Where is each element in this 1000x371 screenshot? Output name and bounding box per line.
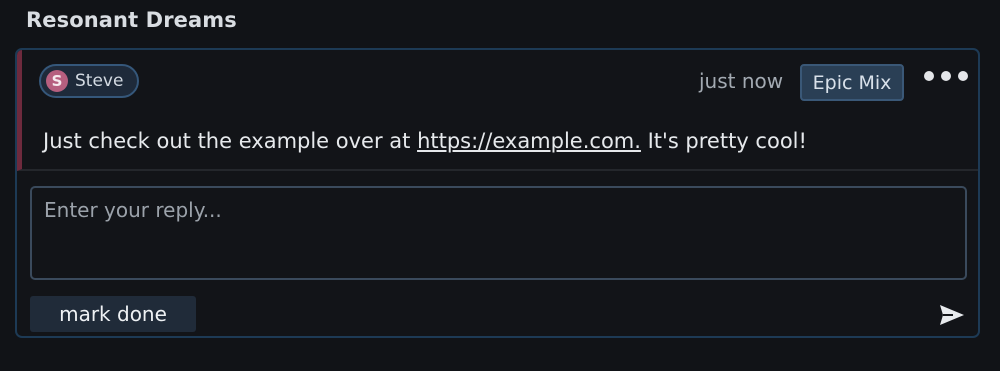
comment-body: Just check out the example over at https… <box>43 129 807 153</box>
more-horizontal-icon-dot <box>941 71 951 81</box>
send-button[interactable] <box>937 300 967 330</box>
more-options-button[interactable] <box>924 66 968 86</box>
more-horizontal-icon-dot <box>958 71 968 81</box>
comment-timestamp: just now <box>699 69 784 93</box>
author-avatar: S <box>46 70 68 92</box>
comment-body-prefix: Just check out the example over at <box>43 129 418 153</box>
mark-done-button[interactable]: mark done <box>30 296 196 332</box>
tag-badge[interactable]: Epic Mix <box>800 64 904 101</box>
author-chip[interactable]: S Steve <box>39 64 140 98</box>
comment-link[interactable]: https://example.com. <box>417 129 641 153</box>
reply-input[interactable] <box>30 186 967 280</box>
page: Resonant Dreams S Steve just now Epic Mi… <box>0 0 1000 371</box>
comment-thread-card: S Steve just now Epic Mix Just check out… <box>15 48 980 338</box>
author-name: Steve <box>75 71 124 91</box>
comment: S Steve just now Epic Mix Just check out… <box>17 50 978 171</box>
comment-body-suffix: It's pretty cool! <box>640 129 807 153</box>
thread-title: Resonant Dreams <box>26 8 237 32</box>
send-icon <box>940 305 964 325</box>
more-horizontal-icon <box>924 71 934 81</box>
